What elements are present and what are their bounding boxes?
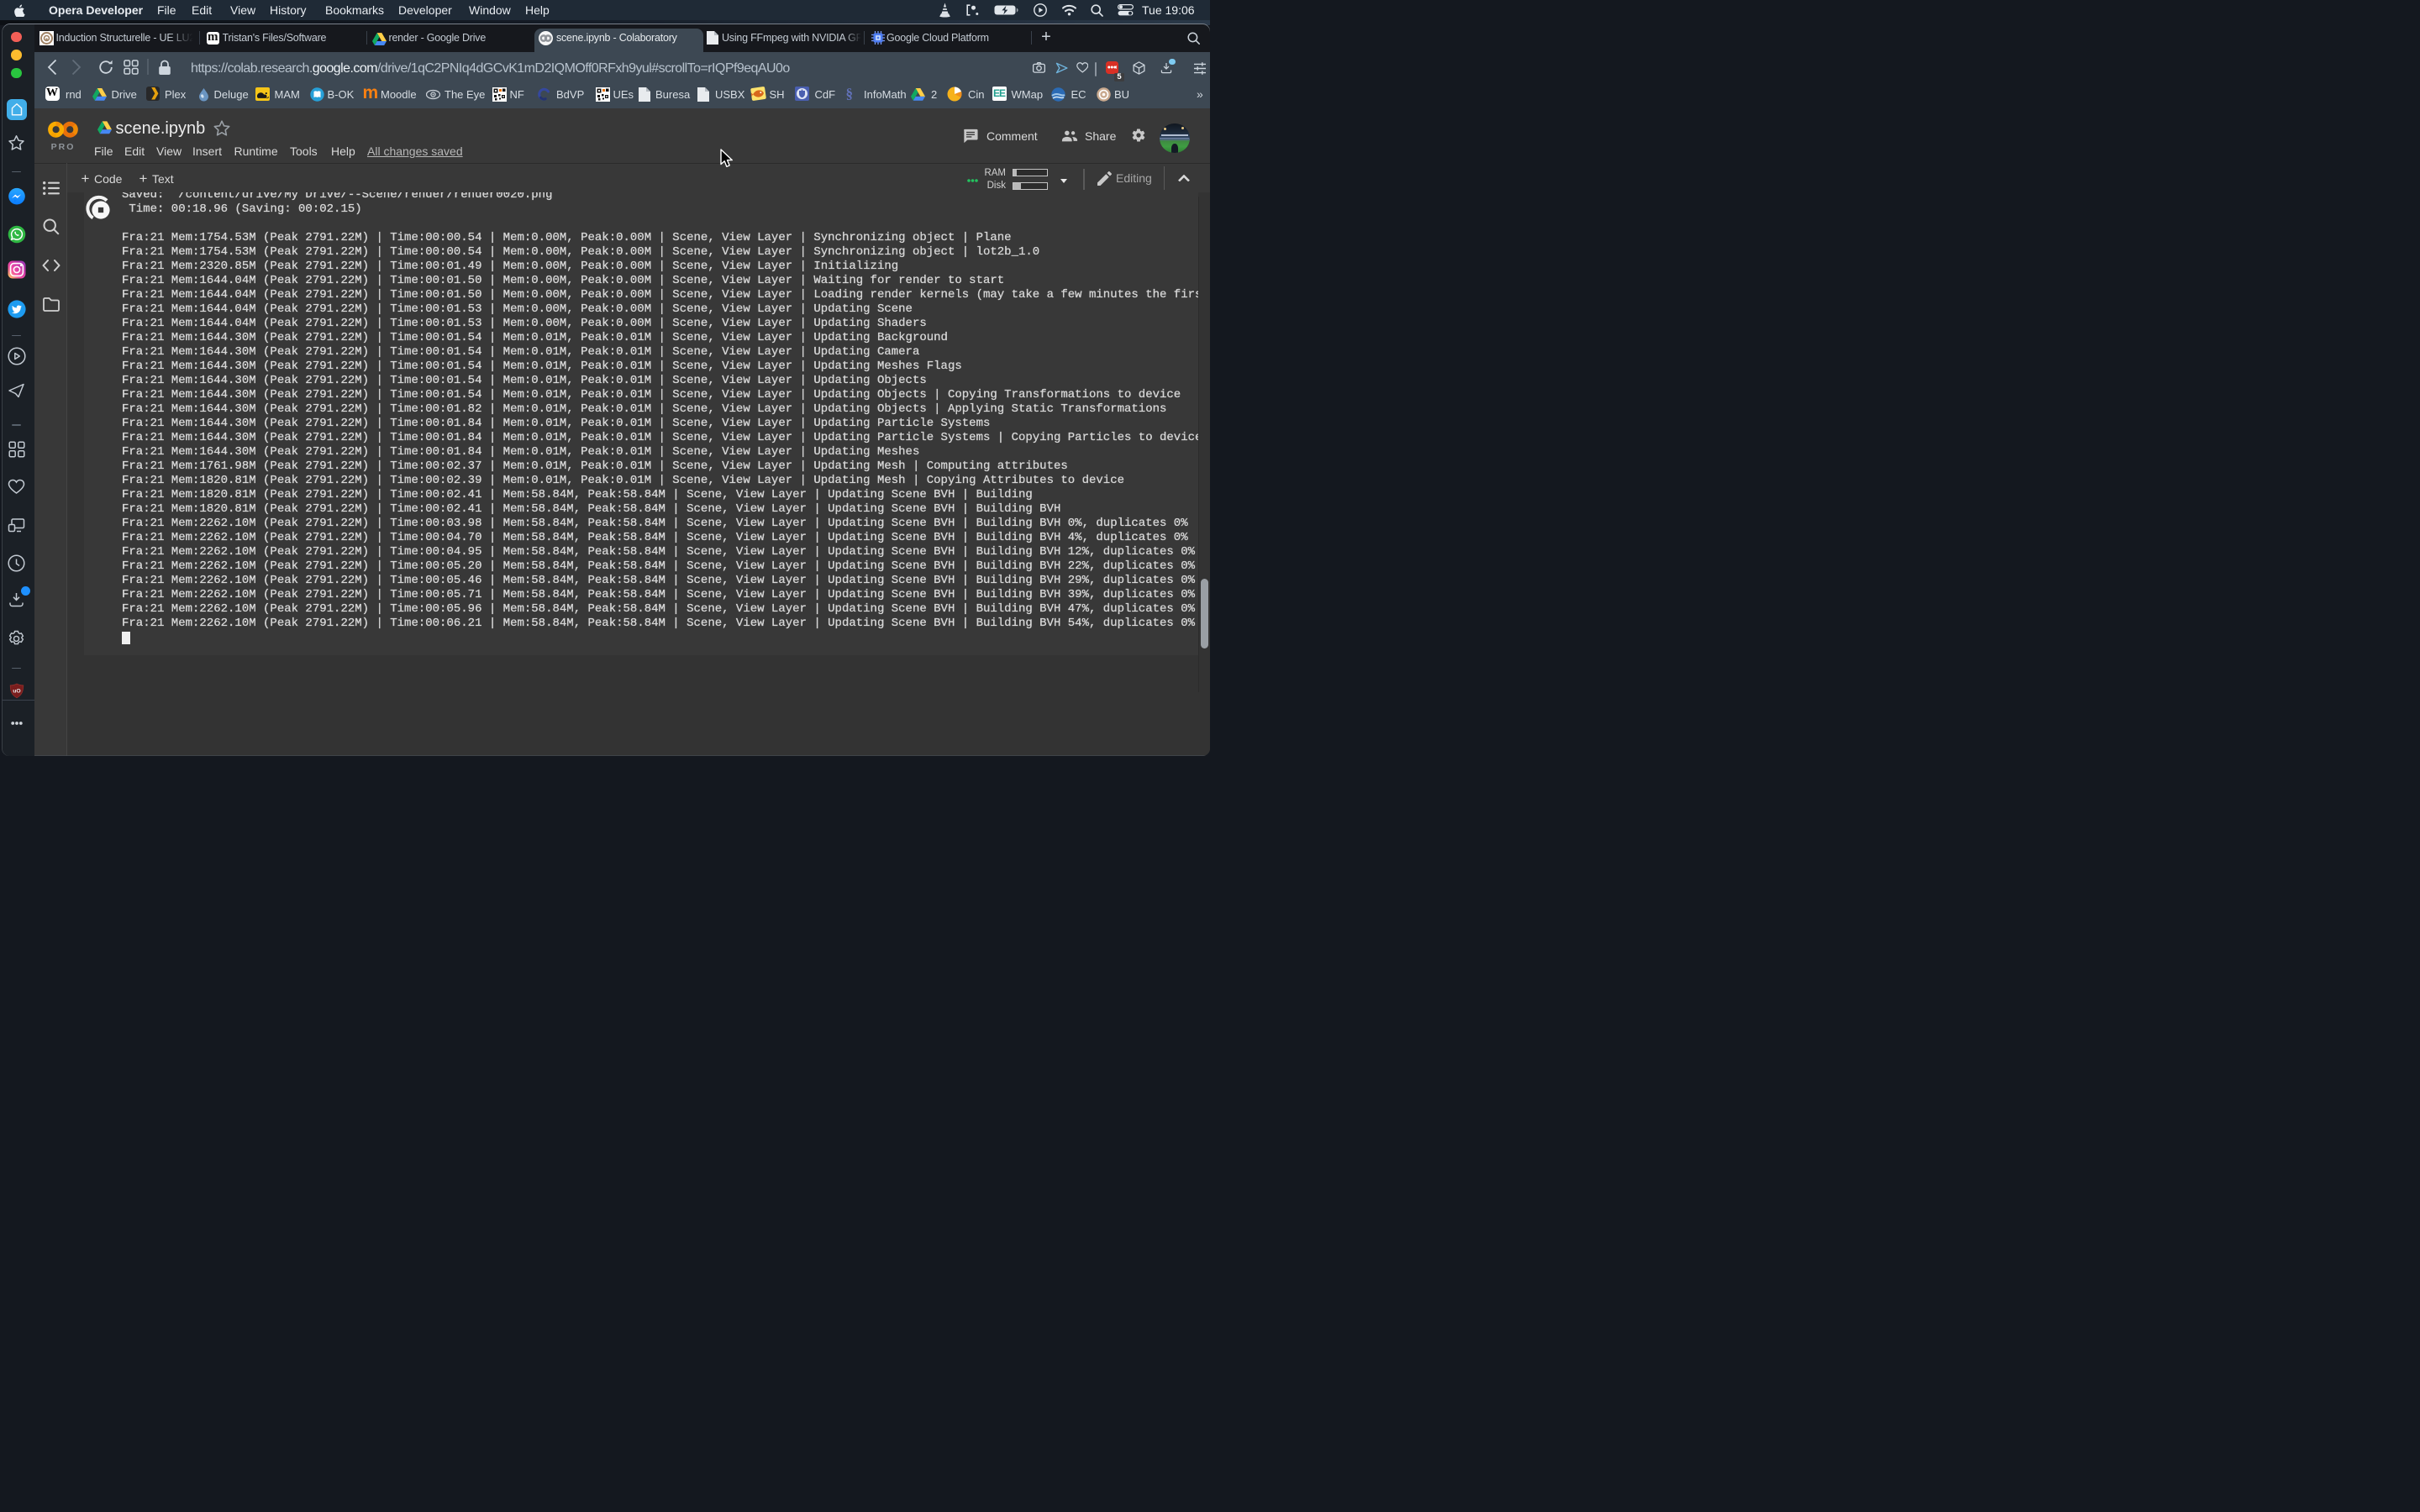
svg-text:uO: uO (13, 688, 20, 694)
